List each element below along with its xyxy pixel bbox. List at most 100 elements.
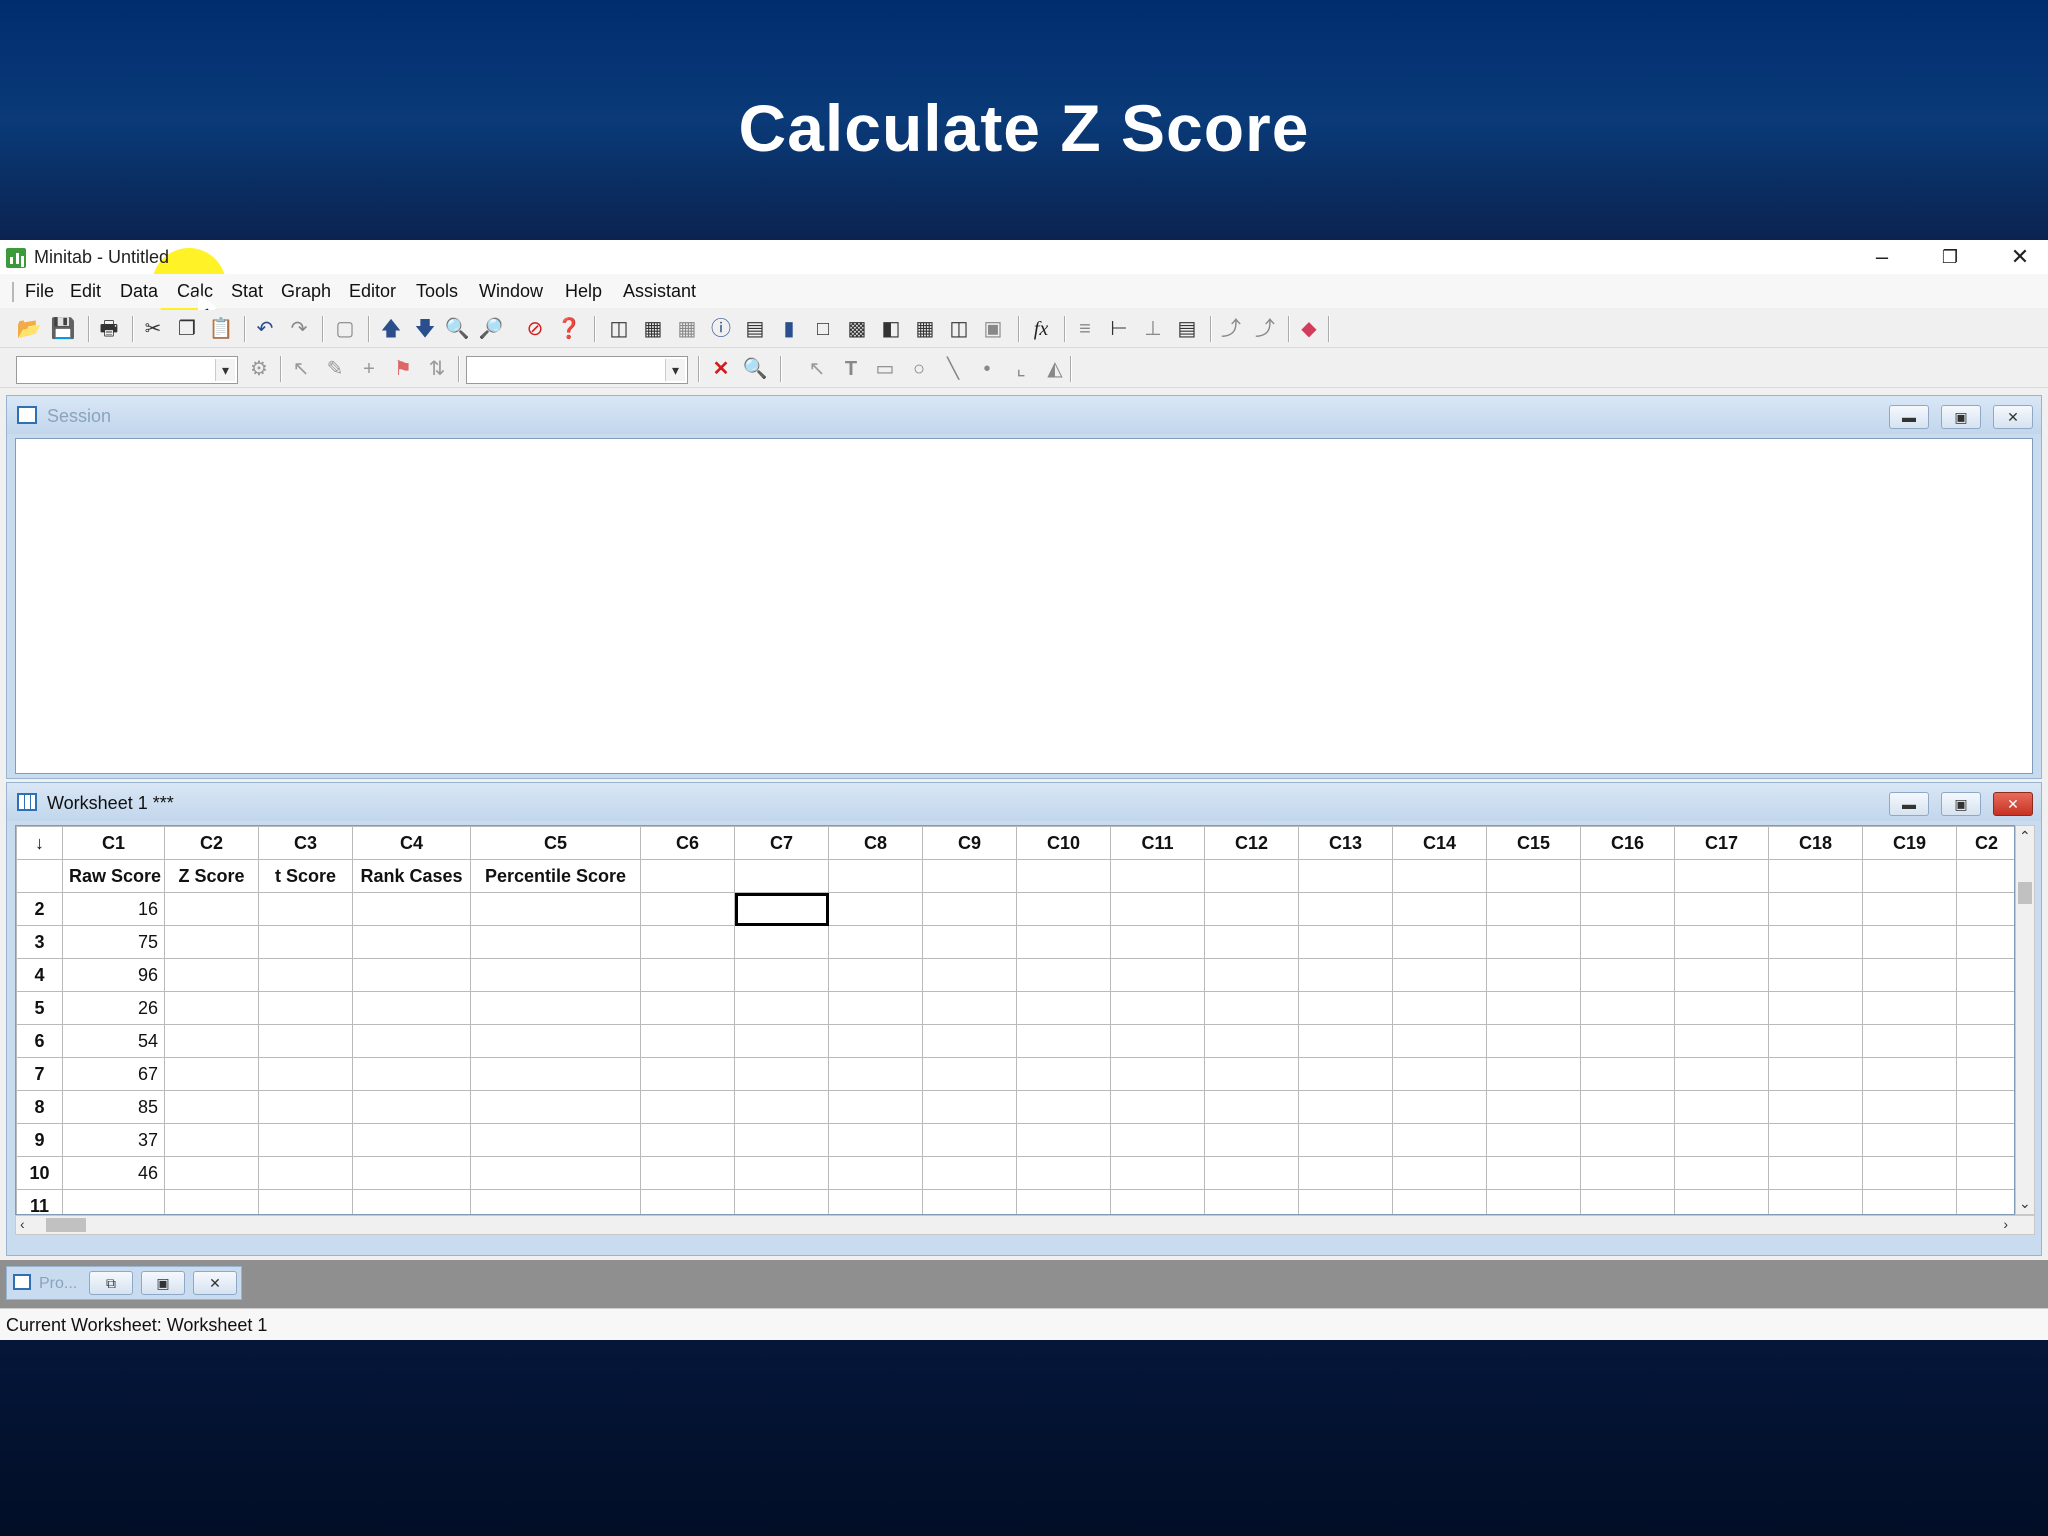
cell[interactable] <box>1392 1057 1487 1091</box>
cell[interactable] <box>734 1057 829 1091</box>
column-header-2[interactable]: C2 <box>164 826 259 860</box>
cell[interactable] <box>640 1123 735 1157</box>
cell[interactable] <box>828 1090 923 1124</box>
cell[interactable] <box>62 1189 165 1214</box>
row-number[interactable]: 7 <box>16 1057 63 1091</box>
column-name-cell[interactable]: Z Score <box>164 859 259 893</box>
cell[interactable] <box>1204 1057 1299 1091</box>
cell[interactable] <box>1956 892 2014 926</box>
cell[interactable]: 96 <box>62 958 165 992</box>
column-header-1[interactable]: C1 <box>62 826 165 860</box>
row-number[interactable]: 4 <box>16 958 63 992</box>
report-pad-icon[interactable]: □ <box>810 316 836 342</box>
cell[interactable] <box>1016 958 1111 992</box>
menu-help[interactable]: Help <box>565 281 602 302</box>
cell[interactable] <box>1768 1123 1863 1157</box>
help-icon[interactable]: ❓ <box>556 316 582 342</box>
open-icon[interactable]: 📂 <box>16 316 42 342</box>
cell[interactable] <box>1298 1156 1393 1190</box>
cell[interactable] <box>1580 925 1675 959</box>
eraser-icon[interactable]: ◆ <box>1296 316 1322 342</box>
cell[interactable] <box>1392 1123 1487 1157</box>
session-window-icon[interactable]: ◫ <box>606 316 632 342</box>
column-header-3[interactable]: C3 <box>258 826 353 860</box>
fx-icon[interactable]: fx <box>1028 316 1054 342</box>
cell[interactable]: 75 <box>62 925 165 959</box>
cell[interactable] <box>1862 1123 1957 1157</box>
column-header-4[interactable]: C4 <box>352 826 471 860</box>
cell[interactable] <box>1486 1123 1581 1157</box>
cell[interactable] <box>1580 1024 1675 1058</box>
graph-tool-icon[interactable]: ⤴ <box>1218 316 1244 342</box>
cell[interactable] <box>1862 1156 1957 1190</box>
cell[interactable] <box>1204 1123 1299 1157</box>
cell[interactable] <box>1110 958 1205 992</box>
dropdown-arrow-icon[interactable]: ▾ <box>665 359 685 381</box>
menu-assistant[interactable]: Assistant <box>623 281 696 302</box>
column-header-19[interactable]: C19 <box>1862 826 1957 860</box>
worksheet-close-button[interactable]: ✕ <box>1993 792 2033 816</box>
cell[interactable] <box>1580 1189 1675 1214</box>
column-name-cell[interactable]: Rank Cases <box>352 859 471 893</box>
column-header-18[interactable]: C18 <box>1768 826 1863 860</box>
ellipse-tool-icon[interactable]: ○ <box>906 356 932 382</box>
cell[interactable] <box>734 1189 829 1214</box>
arrow-down-icon[interactable]: 🡇 <box>412 316 438 342</box>
cell[interactable] <box>1768 1057 1863 1091</box>
cell[interactable] <box>1110 1123 1205 1157</box>
cell[interactable] <box>828 991 923 1025</box>
worksheet-corner-icon[interactable]: ↓ <box>16 826 63 860</box>
cell[interactable] <box>1016 991 1111 1025</box>
cell[interactable] <box>922 1057 1017 1091</box>
cell[interactable] <box>1486 1024 1581 1058</box>
column-header-16[interactable]: C16 <box>1580 826 1675 860</box>
column-header-7[interactable]: C7 <box>734 826 829 860</box>
column-header-10[interactable]: C10 <box>1016 826 1111 860</box>
cell[interactable] <box>1392 958 1487 992</box>
cell[interactable] <box>1486 1090 1581 1124</box>
cell[interactable] <box>1204 958 1299 992</box>
cell[interactable] <box>640 958 735 992</box>
cell[interactable] <box>1580 1057 1675 1091</box>
column-header-11[interactable]: C11 <box>1110 826 1205 860</box>
graph-tool-2-icon[interactable]: ⤴ <box>1252 316 1278 342</box>
cell[interactable] <box>1956 925 2014 959</box>
cell[interactable] <box>1768 1156 1863 1190</box>
cell[interactable] <box>1204 1189 1299 1214</box>
cell[interactable] <box>1674 1024 1769 1058</box>
cell[interactable] <box>1768 991 1863 1025</box>
column-name-cell[interactable] <box>828 859 923 893</box>
project-manager-icon[interactable]: ▮ <box>776 316 802 342</box>
column-name-cell[interactable] <box>1862 859 1957 893</box>
cell[interactable]: 26 <box>62 991 165 1025</box>
cell[interactable]: 16 <box>62 892 165 926</box>
horizontal-scrollbar[interactable]: ‹ › <box>15 1215 2035 1235</box>
stop-icon[interactable]: ⊘ <box>522 316 548 342</box>
cell[interactable] <box>1674 892 1769 926</box>
select-pointer-icon[interactable]: ↖ <box>288 356 314 382</box>
cell[interactable]: 37 <box>62 1123 165 1157</box>
cell[interactable] <box>1298 1057 1393 1091</box>
cell[interactable] <box>1298 892 1393 926</box>
cell[interactable] <box>922 1024 1017 1058</box>
cell[interactable] <box>1956 991 2014 1025</box>
cell[interactable] <box>1674 1189 1769 1214</box>
column-name-cell[interactable] <box>1580 859 1675 893</box>
vertical-scroll-thumb[interactable] <box>2018 882 2032 904</box>
cell[interactable] <box>1580 1090 1675 1124</box>
cell[interactable] <box>258 1090 353 1124</box>
worksheet-minimize-button[interactable]: ▬ <box>1889 792 1929 816</box>
cell[interactable] <box>1580 1123 1675 1157</box>
text-tool-icon[interactable]: T <box>838 356 864 382</box>
cell[interactable] <box>1016 1189 1111 1214</box>
cell[interactable] <box>1392 1189 1487 1214</box>
line-tool-icon[interactable]: ╲ <box>940 356 966 382</box>
paste-icon[interactable]: 📋 <box>208 316 234 342</box>
cell[interactable] <box>258 892 353 926</box>
menu-edit[interactable]: Edit <box>70 281 101 302</box>
cell[interactable] <box>1110 1057 1205 1091</box>
column-name-cell[interactable] <box>1298 859 1393 893</box>
cell[interactable] <box>164 1090 259 1124</box>
crosshair-icon[interactable]: + <box>356 356 382 382</box>
copy-icon[interactable]: ❐ <box>174 316 200 342</box>
